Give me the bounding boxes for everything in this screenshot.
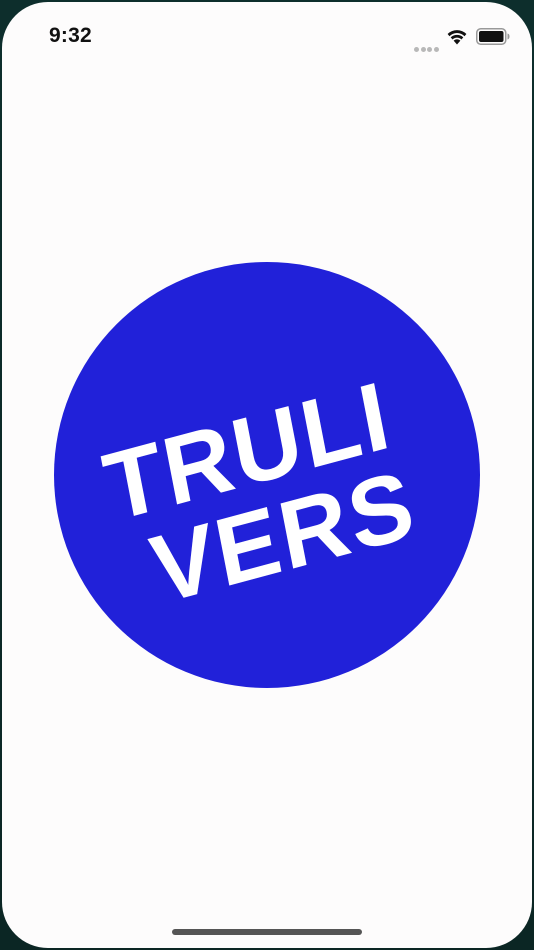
trulivers-logo: TRULI VERS (54, 262, 480, 688)
battery-icon (476, 28, 510, 45)
signal-dots-icon (414, 39, 440, 52)
status-bar: 9:32 (2, 2, 532, 72)
splash-screen: 9:32 TRULI VERS (2, 2, 532, 948)
status-time: 9:32 (49, 24, 92, 47)
wifi-icon (447, 30, 467, 45)
device-frame: 9:32 TRULI VERS (0, 0, 534, 950)
home-indicator[interactable] (172, 929, 362, 935)
